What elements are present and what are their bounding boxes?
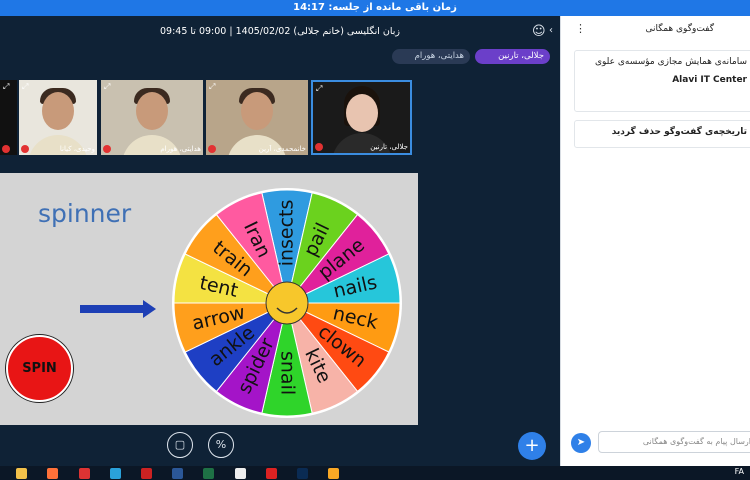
participant-image [42, 92, 74, 130]
file-explorer-icon[interactable] [16, 468, 27, 479]
chevron-left-icon[interactable]: ‹ [549, 25, 553, 36]
firefox-icon[interactable] [47, 468, 58, 479]
mic-muted-icon [103, 145, 111, 153]
session-title: زبان انگلیسی (خانم جلالی) 1405/02/02 | 0… [160, 26, 400, 37]
participant-name: خانمحمدی، آرین [258, 145, 306, 153]
app-icon[interactable] [141, 468, 152, 479]
screen-share-icon: ▢ [174, 438, 186, 451]
mic-muted-icon [315, 143, 323, 151]
expand-icon[interactable]: ⤢ [209, 82, 215, 92]
participant-image [345, 94, 378, 132]
main-stage: زبان انگلیسی (خانم جلالی) 1405/02/02 | 0… [0, 16, 560, 466]
slide-title: spinner [38, 199, 132, 228]
video-tile-active[interactable]: ⤢ جلالی، تارنین [311, 80, 412, 155]
send-button[interactable]: ➤ [571, 433, 591, 453]
video-tile[interactable]: ⤢ [0, 80, 17, 155]
mic-muted-icon [21, 145, 29, 153]
chat-message-text: Alavi IT Center [672, 75, 747, 85]
participant-pill[interactable]: هدایتی، هورام [392, 49, 470, 64]
spin-button[interactable]: SPIN [6, 335, 73, 402]
shared-slide: spinner SPIN insects pail plane nails neck cl… [0, 173, 418, 425]
video-tile[interactable]: ⤢ هدایتی، هورام [101, 80, 203, 155]
chat-panel: ⋮ گفت‌وگوی همگانی سامانه‌ی همایش مجازی م… [560, 16, 750, 466]
chat-message-text: سامانه‌ی همایش مجازی مؤسسه‌ی علوی [594, 57, 747, 67]
percent-button[interactable]: % [208, 432, 234, 458]
add-button[interactable]: + [518, 432, 546, 460]
excel-icon[interactable] [203, 468, 214, 479]
word-icon[interactable] [172, 468, 183, 479]
session-timer-text: زمان باقی مانده از جلسه: 14:17 [293, 2, 457, 13]
app-icon[interactable] [235, 468, 246, 479]
screen-share-button[interactable]: ▢ [167, 432, 193, 458]
send-icon: ➤ [576, 437, 586, 448]
os-taskbar: FA [0, 466, 750, 480]
photoshop-icon[interactable] [297, 468, 308, 479]
spinner-wheel: insects pailplanenailsneckclownkitesnails… [172, 188, 402, 418]
mic-muted-icon [2, 145, 10, 153]
mic-muted-icon [208, 145, 216, 153]
wheel-word: snail [277, 351, 299, 395]
video-tile[interactable]: ⤢ خانمحمدی، آرین [206, 80, 308, 155]
participant-name: وحیدی، کیانا [59, 145, 95, 153]
expand-icon[interactable]: ⤢ [3, 82, 9, 92]
pdf-icon[interactable] [266, 468, 277, 479]
participants-icon[interactable]: ☺ [532, 24, 550, 42]
expand-icon[interactable]: ⤢ [316, 84, 322, 94]
more-options-icon[interactable]: ⋮ [575, 22, 586, 35]
plus-icon: + [524, 435, 540, 456]
participant-name: جلالی، تارنین [370, 143, 408, 151]
chat-message: سامانه‌ی همایش مجازی مؤسسه‌ی علوی Alavi … [574, 50, 750, 112]
telegram-icon[interactable] [110, 468, 121, 479]
chat-title: گفت‌وگوی همگانی [645, 24, 714, 34]
wheel-word: insects [276, 200, 298, 267]
tray-text: FA [734, 467, 744, 476]
participant-image [136, 92, 168, 130]
smiley-icon [265, 281, 309, 325]
percent-icon: % [215, 438, 227, 451]
chat-input[interactable]: ارسال پیام به گفت‌وگوی همگانی [598, 431, 750, 453]
app-icon[interactable] [328, 468, 339, 479]
expand-icon[interactable]: ⤢ [22, 82, 28, 92]
session-timer-bar: زمان باقی مانده از جلسه: 14:17 [0, 0, 750, 16]
arrow-right-icon [143, 300, 156, 318]
app-icon[interactable] [79, 468, 90, 479]
expand-icon[interactable]: ⤢ [104, 82, 110, 92]
video-tile[interactable]: ⤢ وحیدی، کیانا [19, 80, 97, 155]
chat-message: تاریخچه‌ی گفت‌وگو حذف گردید [574, 120, 750, 148]
participant-name: هدایتی، هورام [160, 145, 201, 153]
arrow-shaft [80, 305, 146, 313]
participant-image [241, 92, 273, 130]
presenter-pill[interactable]: جلالی، تارنین [475, 49, 550, 64]
